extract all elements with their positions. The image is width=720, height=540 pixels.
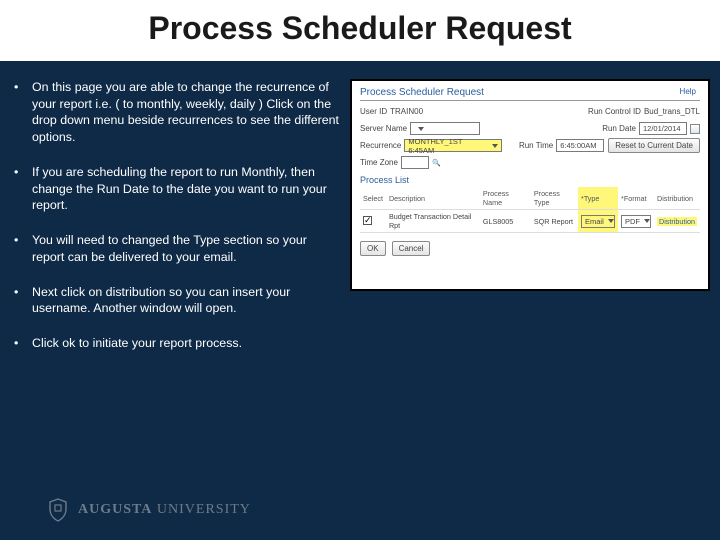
cell-description: Budget Transaction Detail Rpt (386, 210, 480, 233)
col-select: Select (360, 187, 386, 210)
col-format: *Format (618, 187, 654, 210)
instruction-text: Click ok to initiate your report process… (32, 335, 340, 352)
help-link[interactable]: Help (680, 87, 696, 96)
reset-date-button[interactable]: Reset to Current Date (608, 138, 700, 153)
run-control-value: Bud_trans_DTL (644, 107, 700, 116)
recurrence-select[interactable]: MONTHLY_1ST 6:45AM (404, 139, 502, 152)
dialog-buttons: OK Cancel (360, 241, 700, 256)
user-id-value: TRAIN00 (390, 107, 423, 116)
page-title: Process Scheduler Request (0, 10, 720, 47)
server-name-label: Server Name (360, 124, 407, 133)
instruction-text: If you are scheduling the report to run … (32, 164, 340, 214)
cell-distribution: Distribution (654, 210, 700, 233)
list-item: • Click ok to initiate your report proce… (10, 335, 340, 352)
distribution-link[interactable]: Distribution (657, 217, 697, 226)
time-zone-field: Time Zone 🔍 (360, 156, 700, 169)
time-zone-label: Time Zone (360, 158, 398, 167)
bullet-dot: • (10, 335, 32, 352)
server-name-select[interactable] (410, 122, 480, 135)
user-id-label: User ID (360, 107, 387, 116)
select-checkbox[interactable] (363, 216, 372, 225)
instruction-text: On this page you are able to change the … (32, 79, 340, 146)
chevron-down-icon (492, 144, 498, 148)
cell-type: Email (578, 210, 618, 233)
run-control-label: Run Control ID (588, 107, 641, 116)
recurrence-value: MONTHLY_1ST 6:45AM (408, 137, 488, 155)
calendar-icon[interactable] (690, 124, 700, 134)
run-time-label: Run Time (519, 141, 553, 150)
instruction-text: You will need to changed the Type sectio… (32, 232, 340, 265)
run-time-field: Run Time 6:45:00AM (519, 139, 604, 152)
bullet-dot: • (10, 164, 32, 214)
run-control-field: Run Control ID Bud_trans_DTL (588, 107, 700, 116)
type-select[interactable]: Email (581, 215, 615, 228)
col-process-type: Process Type (531, 187, 578, 210)
run-time-input[interactable]: 6:45:00AM (556, 139, 604, 152)
bullet-dot: • (10, 232, 32, 265)
university-name: AUGUSTA UNIVERSITY (78, 502, 251, 518)
instruction-text: Next click on distribution so you can in… (32, 284, 340, 317)
footer-logo: AUGUSTA UNIVERSITY (48, 498, 251, 522)
cell-select (360, 210, 386, 233)
lookup-icon[interactable]: 🔍 (432, 159, 441, 167)
list-item: • You will need to changed the Type sect… (10, 232, 340, 265)
university-sub: UNIVERSITY (152, 502, 251, 517)
bullet-dot: • (10, 284, 32, 317)
content-area: • On this page you are able to change th… (0, 61, 720, 370)
col-distribution: Distribution (654, 187, 700, 210)
user-id-field: User ID TRAIN00 (360, 107, 423, 116)
chevron-down-icon (608, 219, 614, 223)
col-type: *Type (578, 187, 618, 210)
type-value: Email (585, 217, 604, 226)
chevron-down-icon (644, 219, 650, 223)
server-name-field: Server Name (360, 122, 480, 135)
cell-format: PDF (618, 210, 654, 233)
table-row: Budget Transaction Detail Rpt GLS8005 SQ… (360, 210, 700, 233)
run-date-label: Run Date (602, 124, 636, 133)
chevron-down-icon (418, 127, 424, 131)
time-zone-input[interactable] (401, 156, 429, 169)
format-value: PDF (625, 217, 640, 226)
list-item: • On this page you are able to change th… (10, 79, 340, 146)
run-date-input[interactable]: 12/01/2014 (639, 122, 687, 135)
recurrence-field: Recurrence MONTHLY_1ST 6:45AM (360, 139, 502, 152)
run-date-field: Run Date 12/01/2014 (602, 122, 700, 135)
cell-process-type: SQR Report (531, 210, 578, 233)
cancel-button[interactable]: Cancel (392, 241, 431, 256)
process-list: Select Description Process Name Process … (360, 187, 700, 233)
divider (360, 100, 700, 101)
ok-button[interactable]: OK (360, 241, 386, 256)
title-bar: Process Scheduler Request (0, 0, 720, 61)
format-select[interactable]: PDF (621, 215, 651, 228)
screenshot-panel: Process Scheduler Request Help User ID T… (350, 79, 710, 291)
table-header-row: Select Description Process Name Process … (360, 187, 700, 210)
university-bold: AUGUSTA (78, 502, 152, 517)
process-table: Select Description Process Name Process … (360, 187, 700, 233)
list-item: • If you are scheduling the report to ru… (10, 164, 340, 214)
process-list-title: Process List (360, 175, 700, 185)
window-title: Process Scheduler Request (360, 87, 700, 98)
col-description: Description (386, 187, 480, 210)
shield-icon (48, 498, 68, 522)
bullet-dot: • (10, 79, 32, 146)
recurrence-label: Recurrence (360, 141, 401, 150)
col-process-name: Process Name (480, 187, 531, 210)
list-item: • Next click on distribution so you can … (10, 284, 340, 317)
cell-process-name: GLS8005 (480, 210, 531, 233)
instruction-list: • On this page you are able to change th… (10, 79, 340, 370)
